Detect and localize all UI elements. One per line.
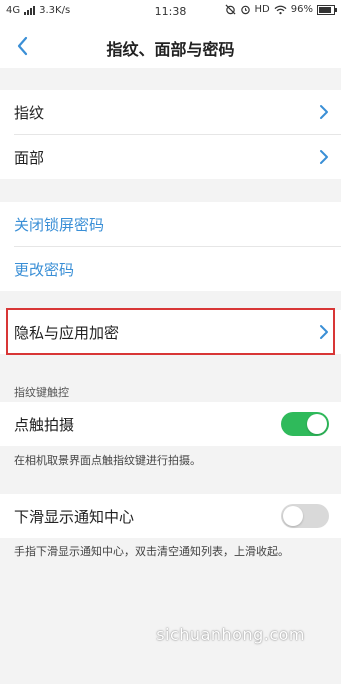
app-header: 指纹、面部与密码 — [0, 24, 341, 68]
battery-icon — [317, 4, 337, 15]
toggle-knob — [307, 414, 327, 434]
wifi-icon — [274, 5, 287, 14]
touch-capture-description: 在相机取景界面点触指纹键进行拍摄。 — [14, 454, 201, 467]
watermark: sichuanhong.com — [156, 625, 305, 644]
touch-capture-item: 点触拍摄 — [0, 402, 341, 446]
disable-lock-password-label: 关闭锁屏密码 — [14, 215, 105, 234]
change-password-link[interactable]: 更改密码 — [0, 247, 341, 291]
swipe-notification-description: 手指下滑显示通知中心，双击清空通知列表，上滑收起。 — [14, 545, 289, 558]
battery-percent: 96% — [290, 4, 313, 15]
chevron-right-icon — [320, 105, 328, 119]
notification-group: 下滑显示通知中心 — [0, 494, 341, 538]
biometrics-group: 指纹 面部 — [0, 90, 341, 179]
fingerprint-item[interactable]: 指纹 — [0, 90, 341, 134]
highlight-box — [6, 308, 335, 355]
swipe-notification-toggle[interactable] — [281, 504, 329, 528]
change-password-label: 更改密码 — [14, 260, 75, 279]
touch-capture-toggle[interactable] — [281, 412, 329, 436]
swipe-notification-item: 下滑显示通知中心 — [0, 494, 341, 538]
swipe-notification-label: 下滑显示通知中心 — [14, 507, 135, 526]
toggle-knob — [283, 506, 303, 526]
fingerprint-label: 指纹 — [14, 103, 45, 122]
face-label: 面部 — [14, 148, 45, 167]
chevron-right-icon — [320, 150, 328, 164]
fingerprint-touch-group: 点触拍摄 — [0, 402, 341, 446]
disable-lock-password-link[interactable]: 关闭锁屏密码 — [0, 202, 341, 246]
password-group: 关闭锁屏密码 更改密码 — [0, 202, 341, 291]
hd-label: HD — [254, 4, 270, 15]
alarm-icon — [240, 5, 250, 15]
section-title: 指纹键触控 — [14, 386, 69, 399]
touch-capture-label: 点触拍摄 — [14, 415, 75, 434]
page-title: 指纹、面部与密码 — [106, 40, 235, 59]
status-bar: 4G 3.3K/s 11:38 HD 96% — [0, 0, 341, 24]
alarm-off-icon — [225, 4, 236, 15]
face-item[interactable]: 面部 — [0, 135, 341, 179]
